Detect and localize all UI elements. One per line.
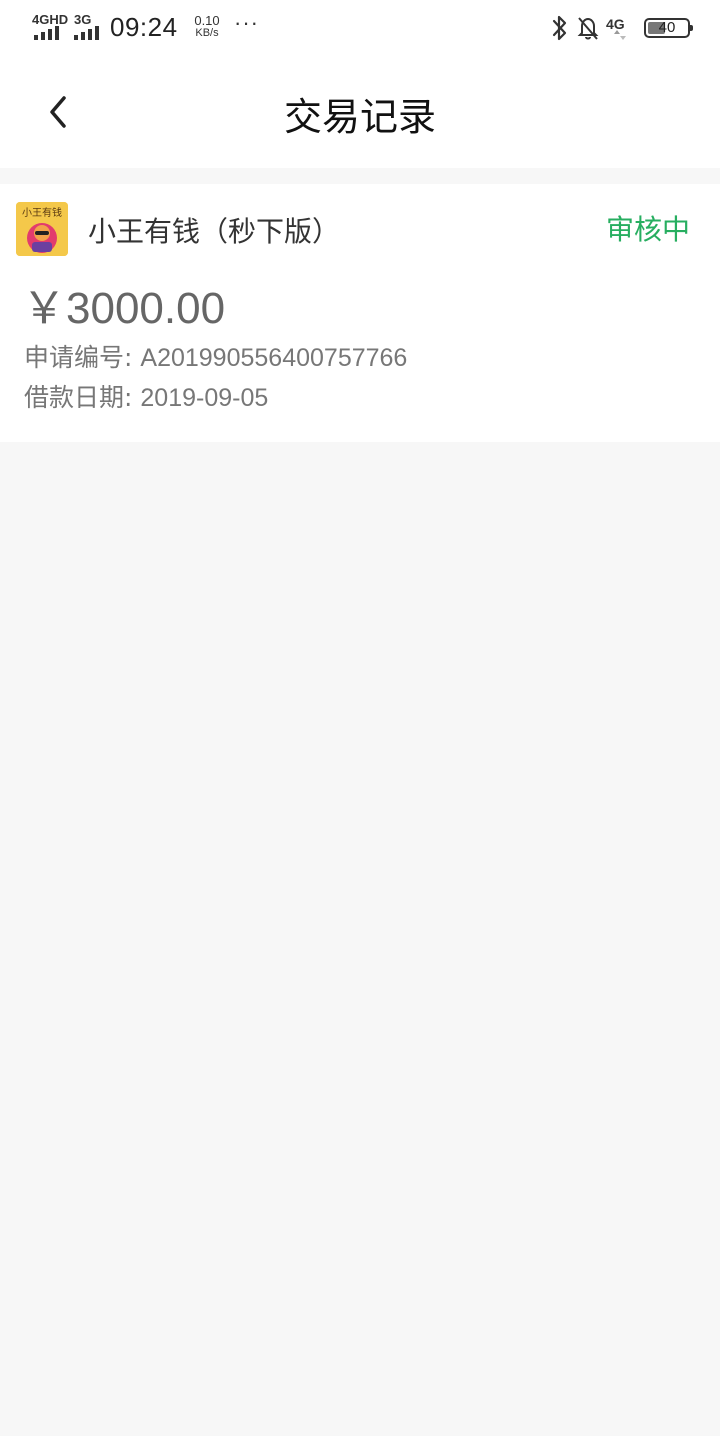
app-name: 小王有钱（秒下版）: [88, 215, 341, 248]
battery-icon: 40: [644, 18, 693, 38]
app-logo-text: 小王有钱: [22, 206, 62, 219]
speed-unit: KB/s: [195, 27, 219, 39]
mobile-data-icon: 4G: [606, 14, 636, 42]
network-speed: 0.10 KB/s: [190, 14, 224, 40]
loan-date-label: 借款日期:: [24, 383, 133, 412]
battery-level: 40: [658, 19, 676, 36]
status-badge: 审核中: [605, 213, 690, 246]
more-notifications-icon: ···: [234, 10, 259, 35]
nav-bar: 交易记录: [0, 56, 720, 168]
loan-date-value: 2019-09-05: [140, 384, 269, 412]
loan-date-row: 借款日期: 2019-09-05: [24, 378, 268, 414]
signal-4g-icon: 4GHD: [32, 12, 69, 42]
clock: 09:24: [110, 12, 178, 42]
application-number-row: 申请编号: A201990556400757766: [24, 338, 407, 374]
status-bar: 4GHD 3G 09:24 0.10 KB/s ··· 4G 40: [0, 0, 720, 56]
loan-amount: ￥3000.00: [22, 284, 226, 333]
network-label-1: 4GHD: [32, 12, 69, 27]
signal-3g-icon: 3G: [74, 12, 108, 42]
transaction-record-card[interactable]: 小王有钱 小王有钱（秒下版） 审核中 ￥3000.00 申请编号: A20199…: [0, 184, 720, 442]
network-label-2: 3G: [74, 12, 92, 27]
status-right: 4G 40: [550, 14, 693, 44]
bluetooth-icon: [552, 15, 567, 41]
mute-bell-icon: [577, 17, 599, 40]
page-title: 交易记录: [283, 95, 436, 139]
speed-value: 0.10: [194, 13, 220, 28]
application-number-value: A201990556400757766: [140, 344, 408, 372]
app-logo: 小王有钱: [16, 202, 68, 256]
application-number-label: 申请编号:: [24, 343, 133, 372]
